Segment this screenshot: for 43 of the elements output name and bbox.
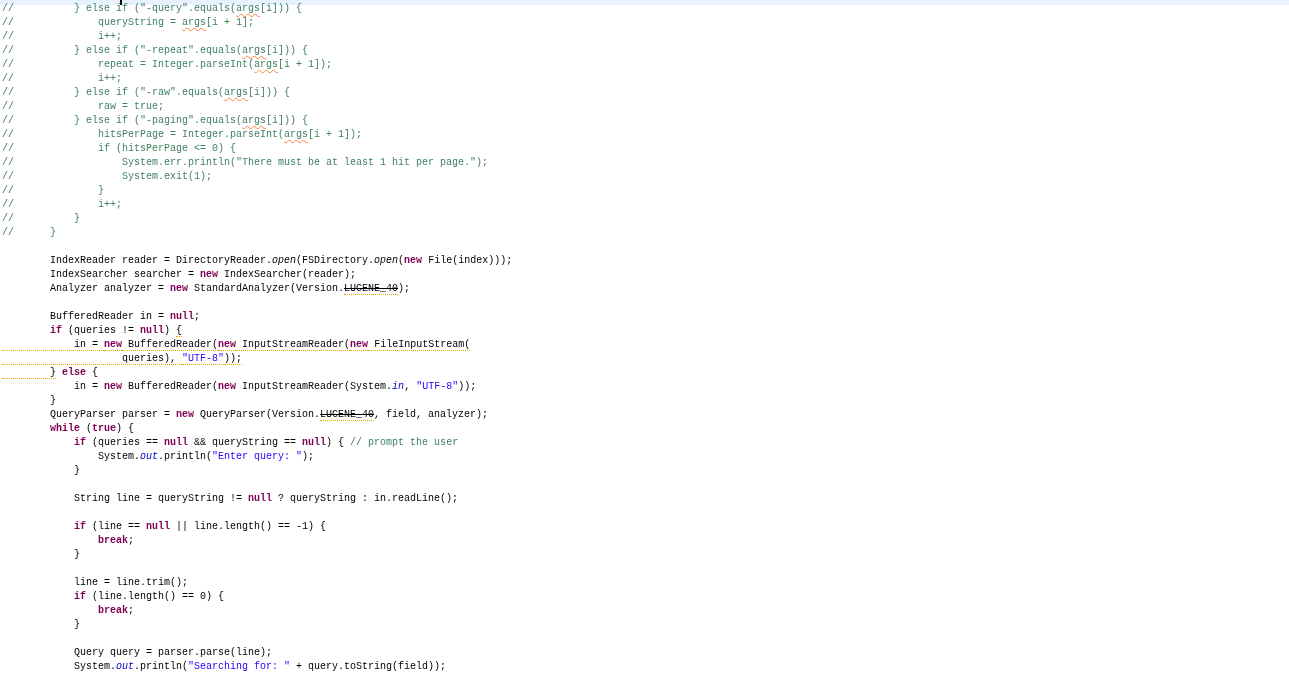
- code-line: in = new BufferedReader(new InputStreamReader(new FileInputStream(: [2, 339, 471, 351]
- code-line: } else {: [2, 367, 99, 379]
- code-line: // if (hitsPerPage <= 0) {: [2, 143, 237, 155]
- code-line: // } else if ("-query".equals(args[i])) {: [2, 3, 303, 15]
- code-line: while (true) {: [49, 423, 135, 435]
- code-line: IndexReader reader = DirectoryReader.open(FSDirectory.open(new File(index)));: [49, 255, 513, 267]
- code-line: String line = queryString != null ? queryString : in.readLine();: [73, 493, 459, 505]
- code-line: System.out.println("Enter query: ");: [97, 451, 315, 463]
- code-line: }: [73, 619, 80, 631]
- code-line: if (line == null || line.length() == -1) {: [73, 521, 327, 533]
- text-cursor: [120, 0, 122, 5]
- code-line: BufferedReader in = null;: [49, 311, 201, 323]
- code-line: // } else if ("-raw".equals(args[i])) {: [2, 87, 291, 99]
- code-line: // System.err.println("There must be at least 1 hit per page.");: [2, 157, 489, 169]
- code-line: QueryParser parser = new QueryParser(Version.LUCENE_40, field, analyzer);: [49, 409, 489, 421]
- code-line: // repeat = Integer.parseInt(args[i + 1]);: [2, 59, 333, 71]
- code-line: if (line.length() == 0) {: [73, 591, 225, 603]
- code-line: // }: [2, 185, 105, 197]
- code-line: // i++;: [2, 31, 123, 43]
- code-line: queries), "UTF-8"));: [2, 353, 243, 365]
- code-line: Analyzer analyzer = new StandardAnalyzer(Version.LUCENE_40);: [49, 283, 411, 295]
- code-line: IndexSearcher searcher = new IndexSearcher(reader);: [49, 269, 357, 281]
- code-line: if (queries == null && queryString == null) { // prompt the user: [73, 437, 459, 449]
- code-line: line = line.trim();: [73, 577, 189, 589]
- code-line: // hitsPerPage = Integer.parseInt(args[i + 1]);: [2, 129, 363, 141]
- code-line: System.out.println("Searching for: " + query.toString(field));: [73, 661, 447, 673]
- code-line: }: [73, 549, 80, 561]
- code-line: Query query = parser.parse(line);: [73, 647, 273, 659]
- code-line: }: [73, 465, 80, 477]
- code-line: break;: [97, 605, 135, 617]
- code-line: // }: [2, 213, 80, 225]
- code-line: // i++;: [2, 73, 123, 85]
- code-line: // i++;: [2, 199, 123, 211]
- code-line: // } else if ("-repeat".equals(args[i])) {: [2, 45, 309, 57]
- code-line: // }: [2, 227, 56, 239]
- code-line: in = new BufferedReader(new InputStreamReader(System.in, "UTF-8"));: [73, 381, 477, 393]
- code-line: // queryString = args[i + 1];: [2, 17, 255, 29]
- code-line: // raw = true;: [2, 101, 165, 113]
- code-line: if (queries != null) {: [49, 325, 183, 337]
- code-line: }: [49, 395, 56, 407]
- code-line: // } else if ("-paging".equals(args[i])) {: [2, 115, 309, 127]
- code-line: // System.exit(1);: [2, 171, 213, 183]
- code-line: break;: [97, 535, 135, 547]
